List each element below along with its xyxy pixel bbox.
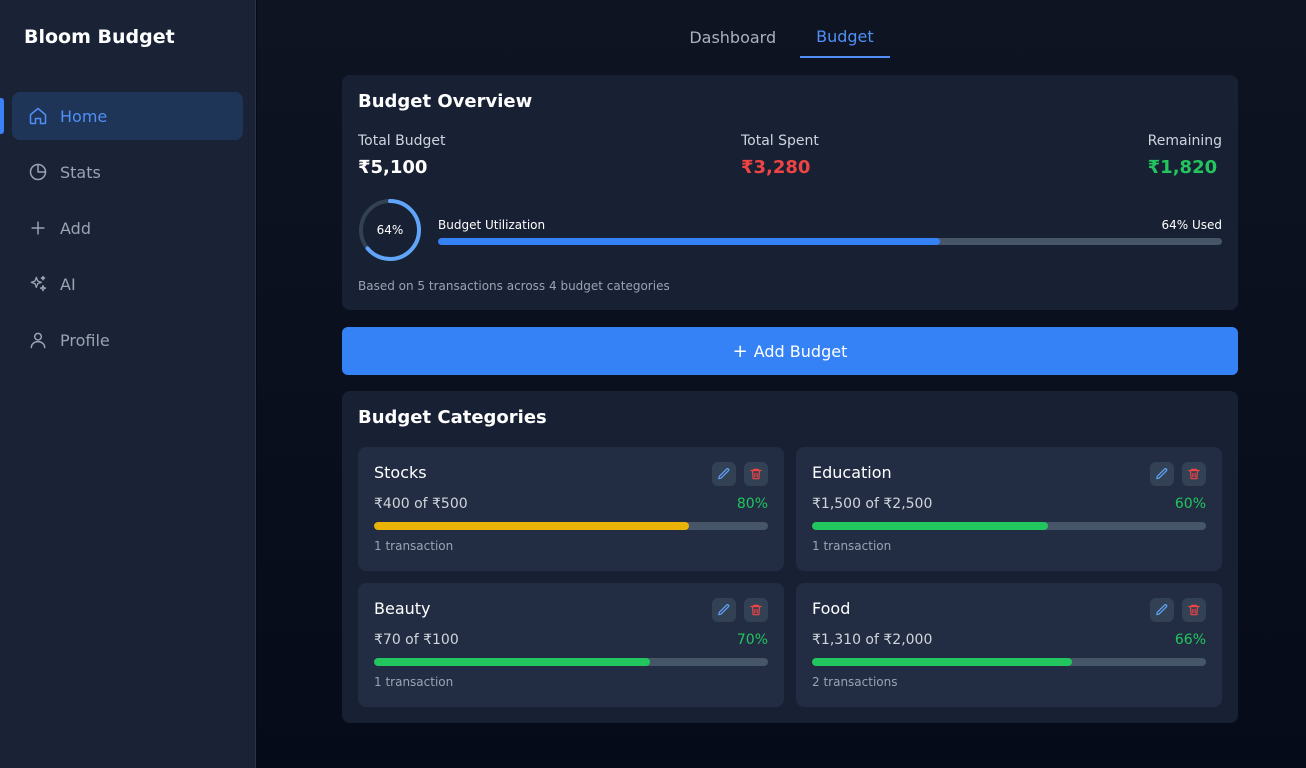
category-transactions: 1 transaction — [374, 539, 454, 553]
utilization-used: 64% Used — [1161, 218, 1222, 232]
utilization-section: 64% Budget Utilization 64% Used — [358, 198, 1222, 264]
pencil-icon — [1156, 468, 1168, 480]
home-icon — [28, 106, 48, 126]
category-progress-fill — [374, 522, 690, 530]
total-budget-label: Total Budget — [358, 133, 446, 149]
category-transactions: 1 transaction — [374, 675, 454, 689]
sidebar-item-stats[interactable]: Stats — [12, 148, 243, 196]
category-card-education: Education ₹1,500 of ₹2,500 60% 1 transac… — [796, 447, 1222, 571]
category-amount: ₹70 of ₹100 — [374, 632, 459, 648]
sidebar-item-home[interactable]: Home — [0, 92, 243, 140]
category-amount: ₹400 of ₹500 — [374, 496, 468, 512]
category-progress-bar — [374, 522, 768, 530]
category-card-food: Food ₹1,310 of ₹2,000 66% 2 transactions — [796, 583, 1222, 707]
category-percent: 80% — [736, 496, 768, 512]
category-actions — [712, 462, 768, 486]
category-name: Stocks — [374, 463, 427, 482]
pencil-icon — [718, 604, 730, 616]
sidebar-item-profile[interactable]: Profile — [12, 316, 243, 364]
category-card-stocks: Stocks ₹400 of ₹500 80% 1 transaction — [358, 447, 784, 571]
category-percent: 66% — [1174, 632, 1206, 648]
total-spent-stat: Total Spent ₹3,280 — [741, 133, 819, 178]
category-actions — [1150, 598, 1206, 622]
category-actions — [1150, 462, 1206, 486]
sidebar-item-label: Home — [60, 106, 108, 126]
remaining-value: ₹1,820 — [1147, 157, 1218, 178]
pencil-icon — [718, 468, 730, 480]
sidebar-item-label: Stats — [60, 162, 101, 182]
sidebar-item-add[interactable]: Add — [12, 204, 243, 252]
add-budget-button[interactable]: + Add Budget — [342, 327, 1238, 375]
edit-button[interactable] — [712, 462, 736, 486]
sidebar-item-label: AI — [60, 274, 76, 294]
delete-button[interactable] — [744, 598, 768, 622]
categories-title: Budget Categories — [358, 407, 547, 428]
remaining-label: Remaining — [1147, 133, 1222, 149]
category-amount: ₹1,310 of ₹2,000 — [812, 632, 933, 648]
pencil-icon — [1156, 604, 1168, 616]
utilization-ring-text: 64% — [376, 223, 404, 237]
delete-button[interactable] — [1182, 462, 1206, 486]
utilization-bar-fill — [438, 238, 940, 245]
sidebar-nav: Home Stats Add AI Profile — [0, 92, 243, 372]
overview-note: Based on 5 transactions across 4 budget … — [358, 279, 670, 293]
budget-overview-card: Budget Overview Total Budget ₹5,100 Tota… — [342, 75, 1238, 310]
category-percent: 70% — [736, 632, 768, 648]
plus-icon: + — [732, 340, 748, 362]
overview-stats: Total Budget ₹5,100 Total Spent ₹3,280 R… — [358, 133, 1222, 178]
sparkles-icon — [28, 274, 48, 294]
trash-icon — [750, 604, 762, 616]
tab-dashboard[interactable]: Dashboard — [673, 16, 792, 58]
total-spent-value: ₹3,280 — [741, 157, 811, 178]
sidebar-item-label: Add — [60, 218, 91, 238]
trash-icon — [750, 468, 762, 480]
trash-icon — [1188, 468, 1200, 480]
overview-title: Budget Overview — [358, 91, 533, 112]
tab-bar: Dashboard Budget — [257, 16, 1306, 58]
category-transactions: 2 transactions — [812, 675, 898, 689]
total-budget-value: ₹5,100 — [358, 157, 428, 178]
category-progress-fill — [812, 522, 1049, 530]
edit-button[interactable] — [1150, 598, 1174, 622]
total-budget-stat: Total Budget ₹5,100 — [358, 133, 446, 178]
delete-button[interactable] — [1182, 598, 1206, 622]
category-name: Beauty — [374, 599, 431, 618]
category-progress-bar — [812, 522, 1206, 530]
category-name: Education — [812, 463, 892, 482]
category-progress-bar — [812, 658, 1206, 666]
category-amount: ₹1,500 of ₹2,500 — [812, 496, 933, 512]
sidebar: Bloom Budget Home Stats Add AI Profile — [0, 0, 256, 768]
category-actions — [712, 598, 768, 622]
category-progress-fill — [374, 658, 650, 666]
category-transactions: 1 transaction — [812, 539, 892, 553]
edit-button[interactable] — [1150, 462, 1174, 486]
tab-budget[interactable]: Budget — [800, 16, 890, 58]
main-content: Dashboard Budget Budget Overview Total B… — [257, 0, 1306, 768]
total-spent-label: Total Spent — [741, 133, 819, 149]
app-brand: Bloom Budget — [24, 26, 175, 48]
category-percent: 60% — [1174, 496, 1206, 512]
user-icon — [28, 330, 48, 350]
utilization-bar-wrap: Budget Utilization 64% Used — [438, 218, 1222, 245]
sidebar-item-label: Profile — [60, 330, 110, 350]
category-name: Food — [812, 599, 851, 618]
sidebar-item-ai[interactable]: AI — [12, 260, 243, 308]
delete-button[interactable] — [744, 462, 768, 486]
utilization-bar — [438, 238, 1222, 245]
edit-button[interactable] — [712, 598, 736, 622]
budget-categories-card: Budget Categories Stocks ₹400 of ₹500 80… — [342, 391, 1238, 723]
trash-icon — [1188, 604, 1200, 616]
category-progress-bar — [374, 658, 768, 666]
utilization-label: Budget Utilization — [438, 218, 546, 232]
category-progress-fill — [812, 658, 1073, 666]
pie-chart-icon — [28, 162, 48, 182]
category-card-beauty: Beauty ₹70 of ₹100 70% 1 transaction — [358, 583, 784, 707]
plus-icon — [28, 218, 48, 238]
remaining-stat: Remaining ₹1,820 — [1148, 133, 1222, 178]
add-budget-label: Add Budget — [753, 341, 848, 361]
